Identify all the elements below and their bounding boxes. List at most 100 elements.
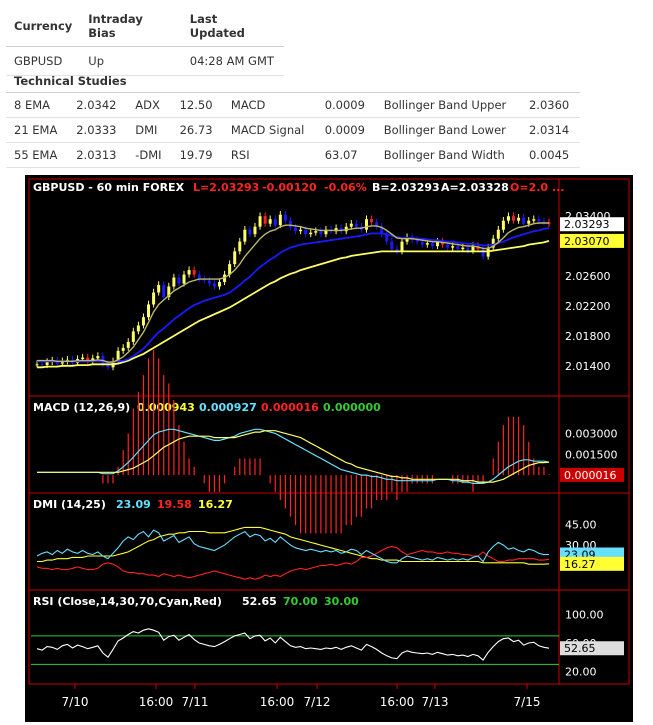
time-axis-label: 7/12: [304, 695, 331, 709]
candle-body: [415, 240, 419, 242]
candle-body: [512, 216, 516, 221]
tech-cell: 8 EMA: [6, 93, 69, 118]
rsi-header-field: 30.00: [324, 595, 359, 608]
time-axis-label: 7/13: [422, 695, 449, 709]
price-marker-label: 2.03070: [564, 235, 610, 248]
price-tick: 2.01400: [565, 360, 611, 373]
candle-body: [400, 241, 404, 252]
chart-canvas: GBPUSD - 60 min FOREX L=2.03293 -0.00120 -0…: [28, 178, 630, 709]
technical-studies-title: Technical Studies: [14, 74, 127, 88]
candle-body: [233, 251, 237, 265]
candle-body: [263, 216, 267, 224]
candle-body: [182, 274, 186, 284]
dmi-header-field: DMI (14,25): [33, 498, 106, 511]
tech-cell: 0.0009: [316, 93, 376, 118]
candle-body: [420, 241, 424, 245]
rsi-marker-label: 52.65: [564, 642, 596, 655]
rsi-header-field: 52.65: [242, 595, 277, 608]
summary-header-row: Currency Intraday Bias Last Updated: [6, 6, 284, 47]
price-header-field: O=2.0 ...: [510, 181, 564, 194]
tech-cell: 2.0360: [520, 93, 580, 118]
rsi-tick: 100.00: [565, 609, 604, 622]
tech-cell: Bollinger Band Upper: [375, 93, 521, 118]
macd-marker-label: 0.000016: [564, 469, 617, 482]
time-axis-label: 16:00: [260, 695, 295, 709]
tech-cell: RSI: [222, 142, 317, 168]
candle-body: [126, 341, 130, 348]
candle-body: [370, 219, 374, 223]
candle-body: [294, 227, 298, 232]
macd-tick: 0.003000: [565, 427, 618, 440]
candle-body: [278, 214, 282, 226]
candle-body: [532, 219, 536, 221]
price-header-field: -0.00120: [262, 181, 317, 194]
candle-body: [207, 280, 211, 284]
candle-body: [136, 325, 140, 332]
macd-header-field: MACD (12,26,9): [33, 401, 130, 414]
candle-body: [172, 277, 176, 287]
tech-cell: 21 EMA: [6, 117, 69, 143]
tech-cell: 2.0333: [68, 117, 128, 143]
candle-body: [192, 270, 196, 275]
candle-body: [527, 220, 531, 224]
tech-cell: ADX: [127, 93, 172, 118]
macd-line: [37, 428, 550, 484]
price-tick: 2.01800: [565, 330, 611, 343]
rsi-header-field: 70.00: [283, 595, 318, 608]
candle-body: [45, 362, 49, 366]
price-header-field: B=2.03293: [372, 181, 440, 194]
rsi-header-field: RSI (Close,14,30,70,Cyan,Red): [33, 595, 222, 608]
summary-row: GBPUSD Up 04:28 AM GMT: [6, 46, 284, 76]
dmi-header-field: 16.27: [198, 498, 233, 511]
technical-studies-table: 8 EMA 2.0342 ADX 12.50 MACD 0.0009 Bolli…: [6, 93, 580, 168]
price-header-field: -0.06%: [324, 181, 367, 194]
candle-body: [121, 347, 125, 351]
candle-body: [96, 356, 100, 359]
candle-body: [496, 229, 500, 239]
candle-body: [466, 247, 470, 251]
candle-body: [451, 246, 455, 248]
tech-cell: Bollinger Band Lower: [375, 117, 521, 143]
time-axis-label: 7/10: [62, 695, 89, 709]
ema55-line: [37, 240, 550, 369]
tech-cell: -DMI: [127, 142, 172, 168]
candle-body: [314, 231, 318, 233]
dmi-header-field: 19.58: [157, 498, 192, 511]
tech-cell: 26.73: [171, 117, 223, 143]
summary-bias: Up: [80, 46, 182, 76]
time-axis-label: 7/15: [514, 695, 541, 709]
candle-body: [390, 241, 394, 250]
candle-body: [177, 277, 181, 284]
candle-body: [430, 243, 434, 247]
tech-cell: DMI: [127, 117, 172, 143]
candle-body: [354, 223, 358, 227]
candle-body: [248, 229, 252, 235]
candle-body: [319, 231, 323, 235]
tech-cell: MACD: [222, 93, 317, 118]
dmi-tick: 45.00: [565, 519, 597, 532]
price-header-field: A=2.03328: [441, 181, 509, 194]
macd-tick: 0.001500: [565, 448, 618, 461]
candle-body: [141, 317, 145, 326]
summary-header-bias: Intraday Bias: [80, 6, 182, 47]
candle-body: [365, 219, 369, 230]
price-marker-label: 2.03293: [564, 218, 610, 231]
summary-table: Currency Intraday Bias Last Updated GBPU…: [6, 6, 284, 76]
tech-cell: 12.50: [171, 93, 223, 118]
macd-header-field: 0.000016: [261, 401, 319, 414]
candle-body: [506, 216, 510, 221]
candle-body: [501, 220, 505, 230]
candle-body: [217, 282, 221, 287]
adx-line: [37, 526, 550, 565]
candle-body: [243, 229, 247, 242]
candle-body: [147, 304, 151, 318]
candle-body: [283, 214, 287, 221]
candle-body: [162, 285, 166, 298]
tech-cell: 2.0313: [68, 142, 128, 168]
candle-body: [81, 357, 85, 360]
candle-body: [309, 232, 313, 235]
candle-body: [197, 274, 201, 280]
candle-body: [238, 241, 242, 252]
candle-body: [517, 217, 521, 221]
candle-body: [304, 229, 308, 235]
